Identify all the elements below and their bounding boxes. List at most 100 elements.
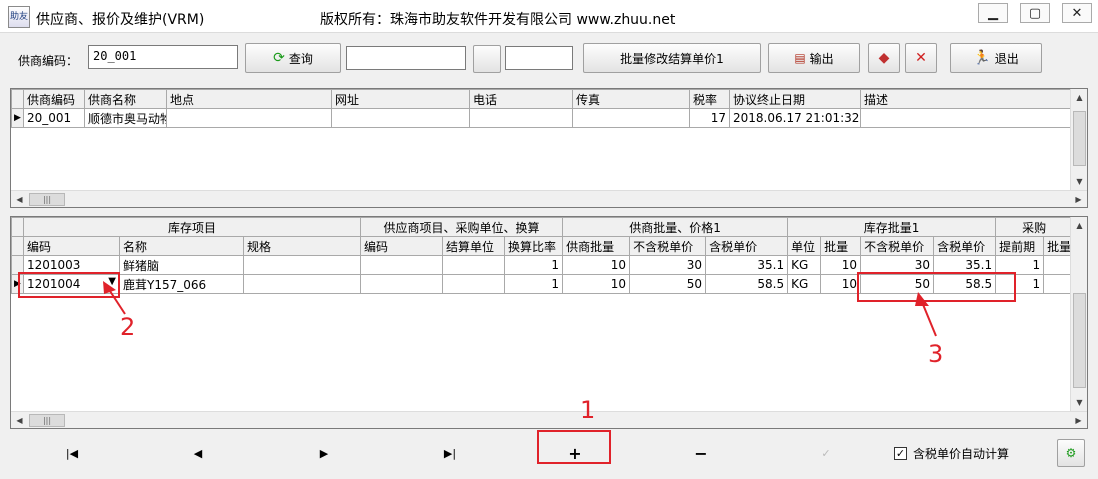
- settings-button[interactable]: ⚙: [1057, 439, 1085, 467]
- col-location[interactable]: 地点: [166, 89, 332, 109]
- cell-spec[interactable]: [242, 255, 362, 275]
- cell-fax[interactable]: [572, 108, 690, 128]
- cell-price-ex-tax[interactable]: 50: [629, 274, 707, 294]
- checkbox-checked-icon[interactable]: ✓: [894, 447, 907, 460]
- cell-location[interactable]: [166, 108, 332, 128]
- scroll-right-icon[interactable]: ▶: [1070, 412, 1087, 428]
- auto-calc-checkbox[interactable]: ✓ 含税单价自动计算: [894, 445, 1009, 462]
- close-button[interactable]: ✕: [1062, 3, 1092, 23]
- maximize-button[interactable]: ▢: [1020, 3, 1050, 23]
- cell-supplier-code[interactable]: 20_001: [23, 108, 85, 128]
- col-unit[interactable]: 单位: [787, 236, 822, 256]
- scroll-up-icon[interactable]: ▲: [1071, 217, 1087, 234]
- scroll-down-icon[interactable]: ▼: [1071, 394, 1087, 411]
- cell-ratio[interactable]: 1: [504, 255, 564, 275]
- post-record-button[interactable]: ✓: [806, 441, 846, 465]
- delete-button[interactable]: ✕: [905, 43, 937, 73]
- col-end-date[interactable]: 协议终止日期: [729, 89, 861, 109]
- annotation-box-1: [537, 430, 611, 464]
- cell-supplier-batch[interactable]: 10: [562, 274, 631, 294]
- cell-supplier-batch[interactable]: 10: [562, 255, 631, 275]
- table-row[interactable]: ▶ 20_001 顺德市奥马动物 17 2018.06.17 21:01:32: [11, 108, 1073, 128]
- cell-batch[interactable]: 10: [820, 274, 862, 294]
- query-button[interactable]: ⟳ 查询: [245, 43, 341, 73]
- cell-settle-unit[interactable]: [442, 255, 506, 275]
- scroll-up-icon[interactable]: ▲: [1071, 89, 1087, 106]
- cell-price-in-tax[interactable]: 35.1: [705, 255, 789, 275]
- running-man-icon: 🏃: [973, 50, 991, 66]
- cell-phone[interactable]: [469, 108, 573, 128]
- cell-purchase-batch[interactable]: [1043, 274, 1074, 294]
- col-ratio[interactable]: 换算比率: [504, 236, 564, 256]
- cell-spec[interactable]: [242, 274, 362, 294]
- delete-record-button[interactable]: −: [681, 441, 721, 465]
- auto-calc-label: 含税单价自动计算: [913, 447, 1010, 461]
- col-tax[interactable]: 税率: [689, 89, 730, 109]
- col-supplier-item-code[interactable]: 编码: [360, 236, 444, 256]
- col-stock-price-ex-tax[interactable]: 不含税单价: [860, 236, 935, 256]
- cell-batch[interactable]: 10: [820, 255, 862, 275]
- col-supplier-name[interactable]: 供商名称: [84, 89, 167, 109]
- col-supplier-code[interactable]: 供商编码: [23, 89, 85, 109]
- refresh-icon: ⟳: [273, 50, 285, 66]
- cell-unit[interactable]: KG: [787, 274, 822, 294]
- col-price-ex-tax[interactable]: 不含税单价: [629, 236, 707, 256]
- last-record-button[interactable]: ▶|: [430, 441, 470, 465]
- export-button[interactable]: ▤ 输出: [768, 43, 860, 73]
- scroll-thumb[interactable]: [1073, 293, 1086, 388]
- supplier-grid[interactable]: 供商编码 供商名称 地点 网址 电话 传真 税率 协议终止日期 描述 ▶ 20_…: [10, 88, 1088, 208]
- cell-purchase-batch[interactable]: [1043, 255, 1074, 275]
- eraser-button[interactable]: ◆: [868, 43, 900, 73]
- minimize-button[interactable]: ▁: [978, 3, 1008, 23]
- col-url[interactable]: 网址: [331, 89, 470, 109]
- filter-input-1[interactable]: [346, 46, 466, 70]
- col-description[interactable]: 描述: [860, 89, 1073, 109]
- cell-item-name[interactable]: 鲜猪脑: [119, 255, 244, 275]
- scroll-thumb[interactable]: |||: [29, 414, 65, 427]
- col-lead-time[interactable]: 提前期: [995, 236, 1045, 256]
- scroll-thumb[interactable]: |||: [29, 193, 65, 206]
- cell-supplier-item-code[interactable]: [360, 255, 444, 275]
- scroll-right-icon[interactable]: ▶: [1070, 191, 1087, 207]
- ellipsis-button[interactable]: [473, 45, 501, 73]
- col-price-in-tax[interactable]: 含税单价: [705, 236, 789, 256]
- items-grid[interactable]: 库存项目 供应商项目、采购单位、换算 供商批量、价格1 库存批量1 采购 编码 …: [10, 216, 1088, 429]
- first-record-button[interactable]: |◀: [52, 441, 92, 465]
- cell-ratio[interactable]: 1: [504, 274, 564, 294]
- cell-supplier-name[interactable]: 顺德市奥马动物: [84, 108, 167, 128]
- col-supplier-batch[interactable]: 供商批量: [562, 236, 631, 256]
- col-spec[interactable]: 规格: [242, 236, 362, 256]
- cell-unit[interactable]: KG: [787, 255, 822, 275]
- col-item-code[interactable]: 编码: [23, 236, 120, 256]
- items-hscroll[interactable]: ◀ ||| ▶: [11, 411, 1087, 428]
- cell-end-date[interactable]: 2018.06.17 21:01:32: [729, 108, 861, 128]
- col-stock-price-in-tax[interactable]: 含税单价: [933, 236, 997, 256]
- scroll-thumb[interactable]: [1073, 111, 1086, 166]
- col-item-name[interactable]: 名称: [119, 236, 244, 256]
- supplier-vscroll[interactable]: ▲ ▼: [1070, 89, 1087, 190]
- cell-price-ex-tax[interactable]: 30: [629, 255, 707, 275]
- items-vscroll[interactable]: ▲ ▼: [1070, 217, 1087, 411]
- next-record-button[interactable]: ▶: [304, 441, 344, 465]
- col-settle-unit[interactable]: 结算单位: [442, 236, 506, 256]
- col-batch[interactable]: 批量: [820, 236, 862, 256]
- cell-item-name[interactable]: 鹿茸Y157_066: [119, 274, 244, 294]
- cell-description[interactable]: [860, 108, 1073, 128]
- cell-settle-unit[interactable]: [442, 274, 506, 294]
- cell-tax[interactable]: 17: [689, 108, 730, 128]
- col-fax[interactable]: 传真: [572, 89, 690, 109]
- cell-url[interactable]: [331, 108, 470, 128]
- supplier-code-input[interactable]: 20_001: [88, 45, 238, 69]
- filter-input-2[interactable]: [505, 46, 573, 70]
- scroll-down-icon[interactable]: ▼: [1071, 173, 1087, 190]
- batch-edit-button[interactable]: 批量修改结算单价1: [583, 43, 761, 73]
- scroll-left-icon[interactable]: ◀: [11, 191, 28, 207]
- cell-supplier-item-code[interactable]: [360, 274, 444, 294]
- exit-button[interactable]: 🏃 退出: [950, 43, 1042, 73]
- cell-price-in-tax[interactable]: 58.5: [705, 274, 789, 294]
- supplier-hscroll[interactable]: ◀ ||| ▶: [11, 190, 1087, 207]
- scroll-left-icon[interactable]: ◀: [11, 412, 28, 428]
- col-phone[interactable]: 电话: [469, 89, 573, 109]
- col-purchase-batch[interactable]: 批量: [1043, 236, 1074, 256]
- prev-record-button[interactable]: ◀: [178, 441, 218, 465]
